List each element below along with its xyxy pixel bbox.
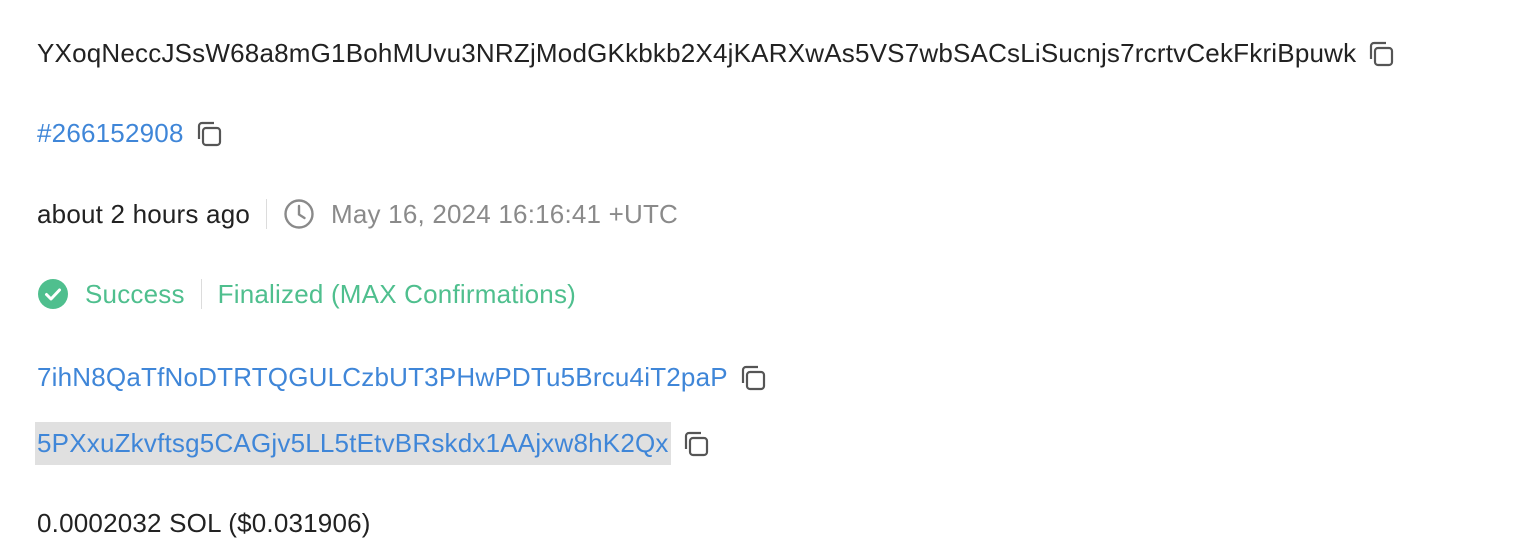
copy-icon[interactable] [681, 429, 711, 459]
status-badge: Success [85, 278, 185, 309]
divider [200, 279, 202, 309]
divider [266, 199, 268, 229]
fee-row: 0.0002032 SOL ($0.031906) [37, 508, 371, 539]
relative-time: about 2 hours ago [37, 198, 251, 229]
signature-row: YXoqNeccJSsW68a8mG1BohMUvu3NRZjModGKkbkb… [37, 38, 1396, 69]
status-row: Success Finalized (MAX Confirmations) [37, 278, 576, 310]
signer-row: 7ihN8QaTfNoDTRTQGULCzbUT3PHwPDTu5Brcu4iT… [37, 362, 768, 393]
signer-address-link[interactable]: 7ihN8QaTfNoDTRTQGULCzbUT3PHwPDTu5Brcu4iT… [37, 362, 728, 393]
confirmation-status: Finalized (MAX Confirmations) [217, 278, 577, 309]
fee-payer-row: 5PXxuZkvftsg5CAGjv5LL5tEtvBRskdx1AAjxw8h… [35, 422, 711, 465]
copy-icon[interactable] [738, 363, 768, 393]
clock-icon [283, 198, 315, 230]
block-link[interactable]: #266152908 [37, 118, 184, 149]
transaction-fee: 0.0002032 SOL ($0.031906) [37, 508, 371, 538]
copy-icon[interactable] [194, 119, 224, 149]
timestamp-row: about 2 hours ago May 16, 2024 16:16:41 … [37, 198, 678, 230]
check-circle-icon [37, 278, 69, 310]
transaction-signature: YXoqNeccJSsW68a8mG1BohMUvu3NRZjModGKkbkb… [37, 38, 1357, 68]
copy-icon[interactable] [1366, 39, 1396, 69]
block-row: #266152908 [37, 118, 224, 149]
absolute-timestamp: May 16, 2024 16:16:41 +UTC [331, 198, 679, 229]
fee-payer-address-link[interactable]: 5PXxuZkvftsg5CAGjv5LL5tEtvBRskdx1AAjxw8h… [35, 422, 671, 465]
